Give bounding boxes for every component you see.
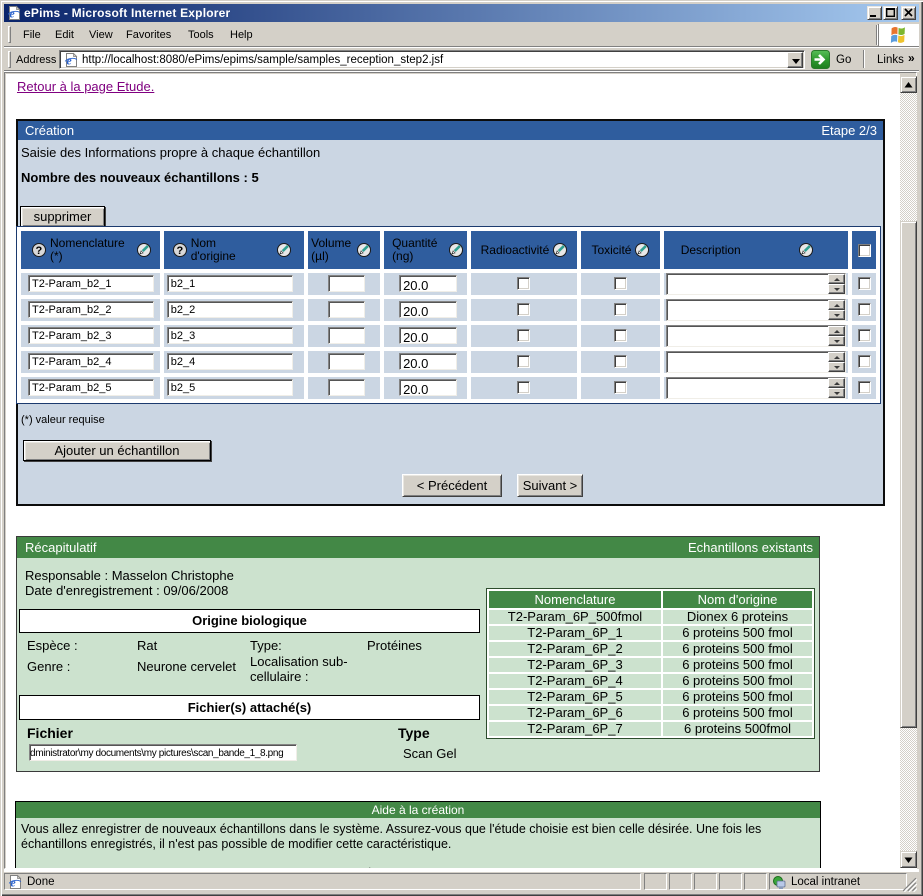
svg-text:e: e — [66, 54, 72, 68]
svg-text:?: ? — [36, 245, 43, 257]
svg-text:?: ? — [176, 245, 183, 257]
svg-text:e: e — [10, 876, 16, 890]
svg-text:e: e — [9, 7, 15, 21]
